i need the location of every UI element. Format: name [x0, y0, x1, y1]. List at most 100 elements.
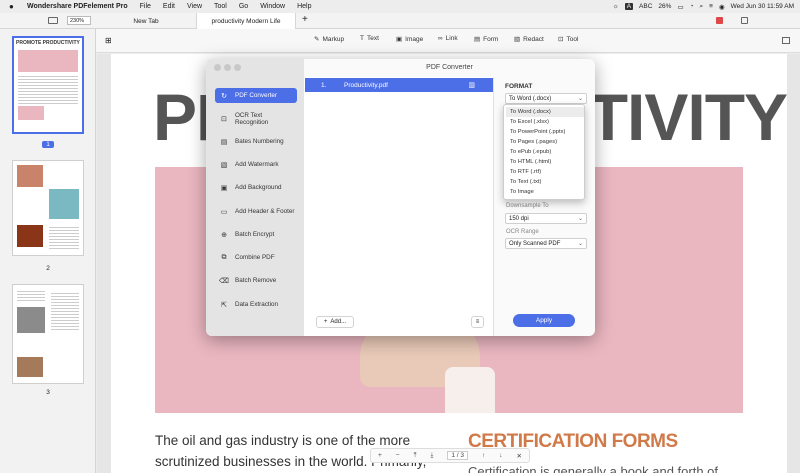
- option-pages[interactable]: To Pages (.pages): [506, 137, 584, 147]
- thumb-image: [18, 50, 78, 72]
- dialog-sidebar: ↻ PDF Converter ⊡ OCR Text Recognition ▤ Ba…: [206, 59, 304, 336]
- link-label: Link: [445, 35, 458, 42]
- zoom-out-button[interactable]: −: [396, 452, 400, 459]
- menu-window[interactable]: Window: [260, 3, 285, 10]
- menu-tool[interactable]: Tool: [214, 3, 227, 10]
- ocr-range-label: OCR Range: [506, 229, 539, 235]
- link-button[interactable]: ∞ Link: [438, 35, 458, 42]
- ocr-range-select[interactable]: Only Scanned PDF ⌄: [505, 238, 587, 249]
- tab-new-tab[interactable]: New Tab: [96, 13, 196, 29]
- menu-header-footer[interactable]: ▭ Add Header & Footer: [215, 204, 297, 219]
- clock-datetime[interactable]: Wed Jun 30 11:59 AM: [731, 3, 794, 10]
- sock-shape: [445, 367, 495, 413]
- menu-label: Add Watermark: [235, 161, 279, 168]
- option-epub[interactable]: To ePub (.epub): [506, 147, 584, 157]
- prev-page-button[interactable]: ↑: [482, 452, 485, 459]
- lock-icon: ⊕: [221, 231, 227, 239]
- first-page-button[interactable]: ⤒: [414, 452, 417, 460]
- edit-toolbar: ⊞ ✎ Markup T Text ▣ Image ∞ Link ▤ Form ▧ Reda…: [96, 29, 800, 53]
- list-icon: ≡: [475, 319, 480, 325]
- form-button[interactable]: ▤ Form: [474, 35, 498, 44]
- menu-watermark[interactable]: ▧ Add Watermark: [215, 157, 297, 172]
- new-tab-button[interactable]: +: [302, 14, 308, 25]
- last-page-button[interactable]: ⤓: [430, 452, 433, 460]
- apply-button[interactable]: Apply: [513, 314, 575, 327]
- window-icon[interactable]: [741, 17, 748, 24]
- markup-button[interactable]: ✎ Markup: [314, 35, 345, 44]
- file-settings-icon[interactable]: ▥: [468, 81, 475, 89]
- page-thumbnail-1[interactable]: PROMOTE PRODUCTIVITY: [12, 36, 84, 134]
- close-window-button[interactable]: [214, 64, 221, 71]
- chevron-down-icon: ⌄: [577, 241, 583, 247]
- plus-icon: +: [323, 319, 328, 325]
- sidebar-toggle-icon[interactable]: [48, 17, 58, 24]
- menu-combine[interactable]: ⧉ Combine PDF: [215, 250, 297, 265]
- combine-icon: ⧉: [221, 253, 227, 261]
- option-rtf[interactable]: To RTF (.rtf): [506, 167, 584, 177]
- page-thumbnail-2[interactable]: [12, 160, 84, 256]
- page-number-2: 2: [46, 265, 50, 272]
- downsample-select[interactable]: 150 dpi ⌄: [505, 213, 587, 224]
- app-name-menu[interactable]: Wondershare PDFelement Pro: [27, 3, 128, 10]
- file-row[interactable]: 1. Productivity.pdf ▥: [305, 78, 493, 92]
- menu-encrypt[interactable]: ⊕ Batch Encrypt: [215, 227, 297, 242]
- menu-file[interactable]: File: [140, 3, 151, 10]
- menu-background[interactable]: ▣ Add Background: [215, 180, 297, 195]
- menu-pdf-converter[interactable]: ↻ PDF Converter: [215, 88, 297, 103]
- menu-go[interactable]: Go: [239, 3, 248, 10]
- file-list[interactable]: 1. Productivity.pdf ▥: [304, 77, 494, 336]
- search-icon[interactable]: ⌕: [700, 3, 704, 11]
- input-source-label: ABC: [639, 3, 653, 10]
- option-word[interactable]: To Word (.docx): [506, 107, 584, 117]
- menu-extraction[interactable]: ⇱ Data Extraction: [215, 297, 297, 312]
- tool-button[interactable]: ⊡ Tool: [558, 35, 578, 44]
- minimize-window-button[interactable]: [224, 64, 231, 71]
- menu-view[interactable]: View: [187, 3, 202, 10]
- close-pager-button[interactable]: ✕: [517, 452, 522, 460]
- tab-bar: 230% New Tab productivity Modern Life +: [0, 13, 800, 29]
- list-menu-button[interactable]: ≡: [471, 316, 484, 328]
- header-footer-icon: ▭: [220, 208, 228, 216]
- option-excel[interactable]: To Excel (.xlsx): [506, 117, 584, 127]
- total-pages: 3: [460, 452, 465, 459]
- wifi-icon[interactable]: ◔: [690, 3, 694, 10]
- redact-button[interactable]: ▧ Redact: [514, 35, 544, 44]
- tab-productivity[interactable]: productivity Modern Life: [196, 13, 296, 29]
- menu-remove[interactable]: ⌫ Batch Remove: [215, 273, 297, 288]
- option-text[interactable]: To Text (.txt): [506, 177, 584, 187]
- battery-icon[interactable]: ▭: [677, 3, 683, 11]
- redact-label: Redact: [523, 35, 544, 43]
- markup-label: Markup: [322, 35, 345, 43]
- convert-icon: ↻: [221, 92, 227, 100]
- zoom-in-button[interactable]: +: [378, 452, 382, 459]
- account-icon[interactable]: [716, 17, 723, 24]
- zoom-select[interactable]: 230%: [67, 16, 91, 25]
- zoom-window-button[interactable]: [234, 64, 241, 71]
- grid-view-icon[interactable]: ⊞: [105, 36, 112, 45]
- ocr-icon: ⊡: [221, 115, 227, 123]
- option-html[interactable]: To HTML (.html): [506, 157, 584, 167]
- page-thumbnail-3[interactable]: [12, 284, 84, 384]
- siri-icon[interactable]: ◉: [719, 3, 725, 11]
- control-center-icon[interactable]: ≡: [709, 3, 713, 10]
- image-button[interactable]: ▣ Image: [396, 35, 423, 44]
- input-source[interactable]: A: [624, 3, 634, 10]
- apple-icon[interactable]: ●: [9, 2, 17, 11]
- format-select[interactable]: To Word (.docx) ⌄: [505, 93, 587, 104]
- downsample-label: Downsample To: [506, 203, 549, 209]
- text-button[interactable]: T Text: [360, 35, 379, 42]
- pen-icon: ✎: [314, 36, 320, 43]
- thumb-image: [49, 189, 79, 219]
- menu-ocr[interactable]: ⊡ OCR Text Recognition: [215, 111, 297, 126]
- option-image[interactable]: To Image: [506, 187, 584, 197]
- add-files-button[interactable]: + Add...: [316, 316, 354, 328]
- menu-bates[interactable]: ▤ Bates Numbering: [215, 134, 297, 149]
- option-powerpoint[interactable]: To PowerPoint (.pptx): [506, 127, 584, 137]
- panel-toggle-icon[interactable]: [782, 37, 790, 44]
- menu-help[interactable]: Help: [297, 3, 311, 10]
- next-page-button[interactable]: ↓: [499, 452, 502, 459]
- thumb-image: [17, 165, 43, 187]
- menu-edit[interactable]: Edit: [163, 3, 175, 10]
- brightness-icon[interactable]: ☼: [613, 3, 619, 10]
- page-input[interactable]: 1 / 3: [447, 451, 469, 460]
